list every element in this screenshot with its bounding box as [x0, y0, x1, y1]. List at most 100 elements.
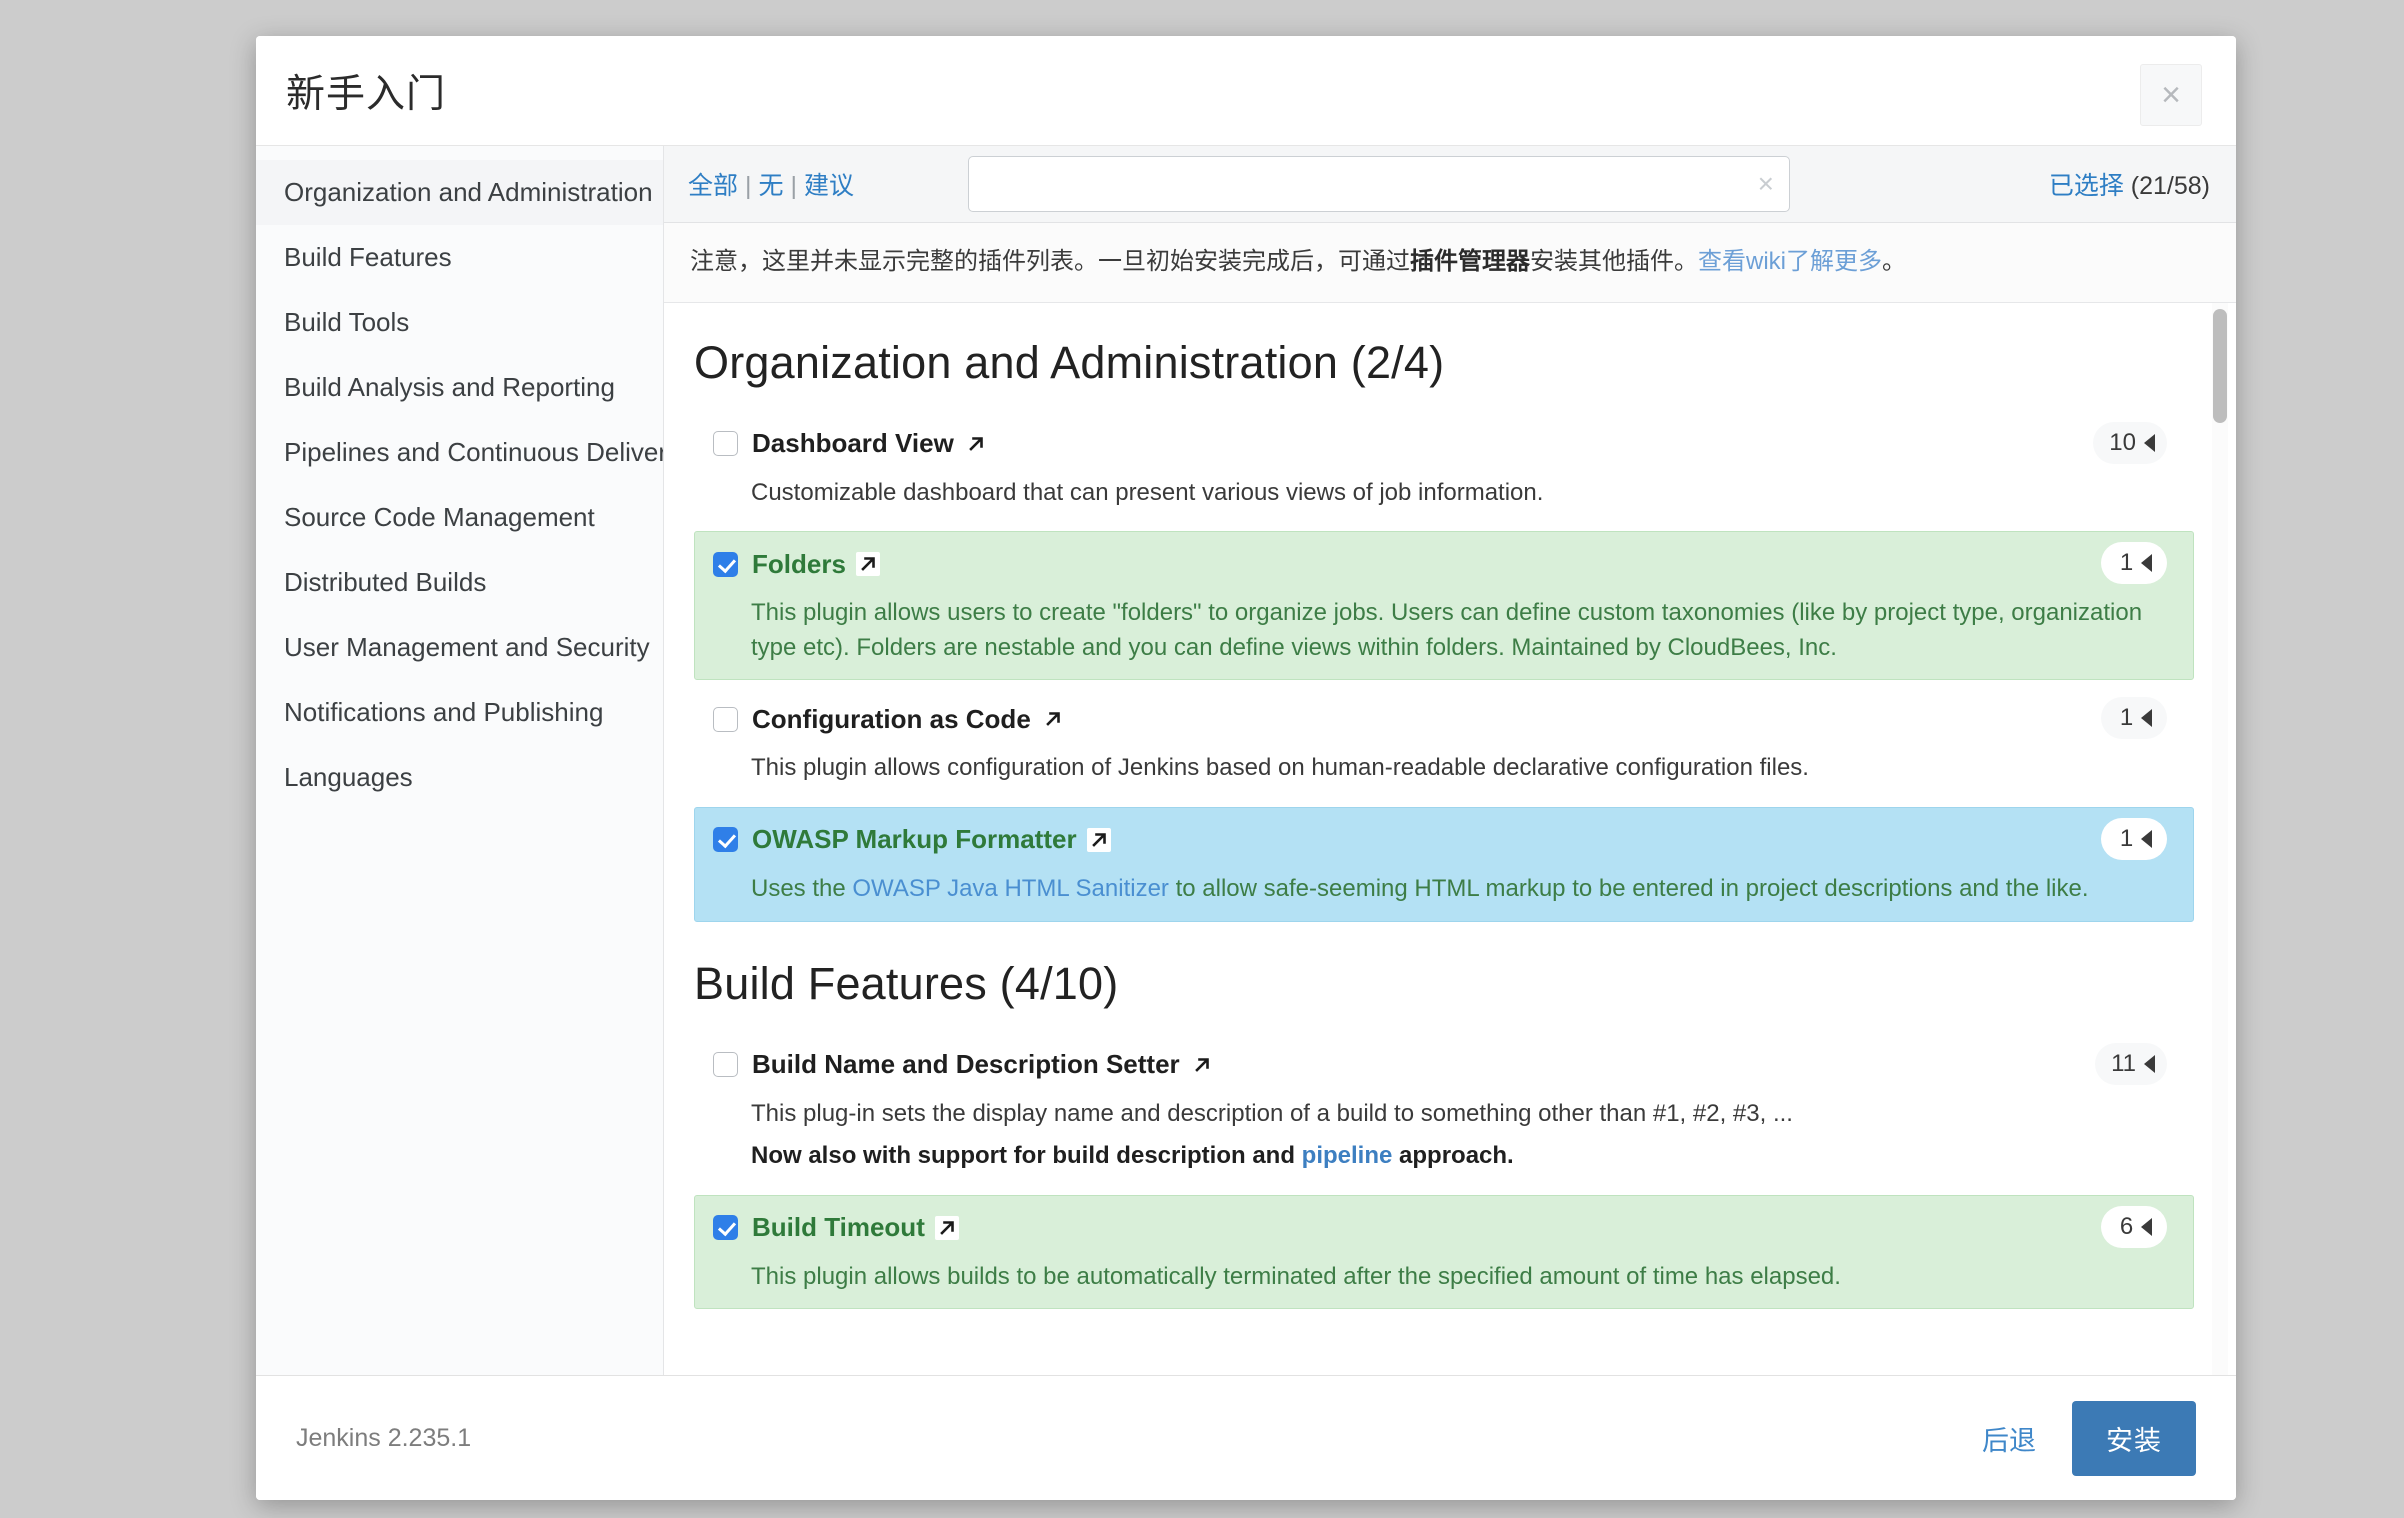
- back-button[interactable]: 后退: [1982, 1419, 2036, 1458]
- notice-text-part3: 。: [1882, 248, 1906, 275]
- plugin-name: Dashboard View: [752, 428, 954, 459]
- external-link-icon[interactable]: [1040, 707, 1065, 732]
- sidebar-item-languages[interactable]: Languages: [256, 745, 663, 810]
- plugin-row[interactable]: Configuration as Code 1 This plugin allows…: [694, 686, 2194, 801]
- scrollbar-track[interactable]: [2212, 302, 2228, 1375]
- sidebar-item-build-analysis-and-reporting[interactable]: Build Analysis and Reporting: [256, 355, 663, 420]
- badge-count: 10: [2109, 428, 2136, 456]
- caret-left-icon: [2144, 433, 2155, 452]
- sidebar-item-label: Pipelines and Continuous Delivery: [284, 437, 664, 467]
- category-sidebar: Organization and Administration Build Fea…: [256, 146, 664, 1375]
- caret-left-icon: [2144, 1054, 2155, 1073]
- sidebar-item-build-tools[interactable]: Build Tools: [256, 290, 663, 355]
- sidebar-item-build-features[interactable]: Build Features: [256, 225, 663, 290]
- plugin-scroll-area: Organization and Administration (2/4) Das…: [664, 302, 2236, 1375]
- plugin-name: Configuration as Code: [752, 703, 1031, 734]
- plugin-description: Customizable dashboard that can present …: [751, 476, 2167, 511]
- dependency-count-badge[interactable]: 1: [2101, 542, 2167, 585]
- plugin-name: OWASP Markup Formatter: [752, 824, 1077, 855]
- scrollbar-thumb[interactable]: [2213, 308, 2227, 423]
- wiki-link[interactable]: 查看wiki了解更多: [1698, 248, 1882, 275]
- description-text: This plugin allows configuration of Jenk…: [751, 754, 1809, 782]
- plugin-header: Configuration as Code: [713, 699, 2167, 739]
- install-button[interactable]: 安装: [2072, 1400, 2196, 1476]
- selected-count: 已选择 (21/58): [2049, 166, 2216, 202]
- external-link-icon[interactable]: [855, 552, 880, 577]
- plugin-row[interactable]: Folders 1 This plugin allows users to crea…: [694, 531, 2194, 681]
- external-link-icon[interactable]: [963, 431, 988, 456]
- caret-left-icon: [2141, 1217, 2153, 1236]
- bold-prefix: Now also with support for build descript…: [751, 1142, 1302, 1170]
- footer-actions: 后退 安装: [1982, 1400, 2196, 1476]
- sidebar-item-notifications-and-publishing[interactable]: Notifications and Publishing: [256, 680, 663, 745]
- plugin-name: Folders: [752, 548, 846, 579]
- search-input[interactable]: [968, 156, 1790, 212]
- plugin-list: Organization and Administration (2/4) Das…: [664, 303, 2224, 1310]
- search-container: ×: [968, 156, 1790, 212]
- sidebar-item-label: Source Code Management: [284, 502, 595, 532]
- plugin-header: Folders: [713, 544, 2167, 584]
- dialog-header: 新手入门 ×: [256, 36, 2236, 146]
- dependency-count-badge[interactable]: 1: [2101, 697, 2167, 740]
- plugin-content-panel: 全部 | 无 | 建议 × 已选择 (21/58) 注意，这里并未显示完整的插件列表。一…: [664, 146, 2236, 1375]
- filter-suggested-link[interactable]: 建议: [804, 172, 854, 200]
- dependency-count-badge[interactable]: 6: [2101, 1205, 2167, 1248]
- sidebar-item-source-code-management[interactable]: Source Code Management: [256, 485, 663, 550]
- notice-bold-text: 插件管理器: [1410, 248, 1530, 275]
- description-text: This plug-in sets the display name and d…: [751, 1099, 1793, 1127]
- sidebar-item-distributed-builds[interactable]: Distributed Builds: [256, 550, 663, 615]
- sidebar-item-organization-and-administration[interactable]: Organization and Administration: [256, 160, 663, 225]
- sidebar-item-pipelines-and-continuous-delivery[interactable]: Pipelines and Continuous Delivery: [256, 420, 663, 485]
- plugin-checkbox[interactable]: [713, 431, 738, 457]
- badge-count: 11: [2111, 1049, 2136, 1077]
- sidebar-item-label: Distributed Builds: [284, 567, 487, 597]
- close-button[interactable]: ×: [2140, 64, 2202, 126]
- external-link-icon[interactable]: [934, 1215, 959, 1240]
- plugin-checkbox[interactable]: [713, 1052, 738, 1078]
- plugin-header: OWASP Markup Formatter: [713, 820, 2167, 860]
- external-link-icon[interactable]: [1189, 1052, 1214, 1077]
- pipeline-link[interactable]: pipeline: [1302, 1142, 1393, 1169]
- dependency-count-badge[interactable]: 10: [2093, 421, 2167, 464]
- dependency-count-badge[interactable]: 11: [2095, 1042, 2167, 1085]
- dialog-footer: Jenkins 2.235.1 后退 安装: [256, 1376, 2236, 1500]
- filter-all-link[interactable]: 全部: [688, 172, 738, 200]
- filter-links: 全部 | 无 | 建议: [688, 166, 926, 202]
- sanitizer-link[interactable]: OWASP Java HTML Sanitizer: [852, 875, 1169, 902]
- badge-count: 1: [2119, 824, 2134, 852]
- badge-count: 1: [2119, 549, 2134, 577]
- dependency-count-badge[interactable]: 1: [2101, 817, 2167, 860]
- badge-count: 1: [2119, 704, 2134, 732]
- sidebar-item-user-management-and-security[interactable]: User Management and Security: [256, 615, 663, 680]
- sidebar-item-label: Build Analysis and Reporting: [284, 372, 615, 402]
- plugin-checkbox[interactable]: [713, 827, 738, 853]
- plugin-row[interactable]: OWASP Markup Formatter 1 Uses the OWASP Ja…: [694, 806, 2194, 922]
- plugin-checkbox[interactable]: [713, 551, 738, 577]
- section-heading: Organization and Administration (2/4): [694, 336, 1445, 388]
- plugin-row[interactable]: Dashboard View 10 Customizable dashboard t…: [694, 411, 2194, 526]
- plugin-row[interactable]: Build Timeout 6 This plugin allows builds …: [694, 1194, 2194, 1310]
- external-link-icon[interactable]: [1086, 827, 1111, 852]
- caret-left-icon: [2141, 709, 2153, 728]
- selected-label[interactable]: 已选择: [2049, 172, 2124, 200]
- plugin-checkbox[interactable]: [713, 1215, 738, 1241]
- plugin-checkbox[interactable]: [713, 706, 738, 732]
- sidebar-item-label: Build Tools: [284, 307, 410, 337]
- description-text: This plugin allows users to create "fold…: [751, 599, 2143, 661]
- description-prefix: Uses the: [751, 874, 853, 902]
- sidebar-item-label: Organization and Administration: [284, 177, 653, 207]
- plugin-description: This plug-in sets the display name and d…: [751, 1097, 2167, 1174]
- clear-search-icon[interactable]: ×: [1758, 170, 1774, 198]
- dialog-body: Organization and Administration Build Fea…: [256, 146, 2236, 1376]
- plugin-name: Build Name and Description Setter: [752, 1049, 1180, 1080]
- plugin-description: This plugin allows configuration of Jenk…: [751, 751, 2167, 786]
- plugin-description: This plugin allows users to create "fold…: [751, 596, 2167, 665]
- description-bold-line: Now also with support for build descript…: [751, 1139, 2167, 1174]
- description-text: Customizable dashboard that can present …: [751, 478, 1544, 506]
- plugin-header: Build Name and Description Setter: [713, 1045, 2167, 1085]
- filter-none-link[interactable]: 无: [759, 172, 784, 200]
- badge-count: 6: [2119, 1212, 2134, 1240]
- plugin-row[interactable]: Build Name and Description Setter 11 This …: [694, 1032, 2194, 1189]
- plugin-header: Build Timeout: [713, 1208, 2167, 1248]
- plugin-description: Uses the OWASP Java HTML Sanitizer to al…: [751, 872, 2167, 907]
